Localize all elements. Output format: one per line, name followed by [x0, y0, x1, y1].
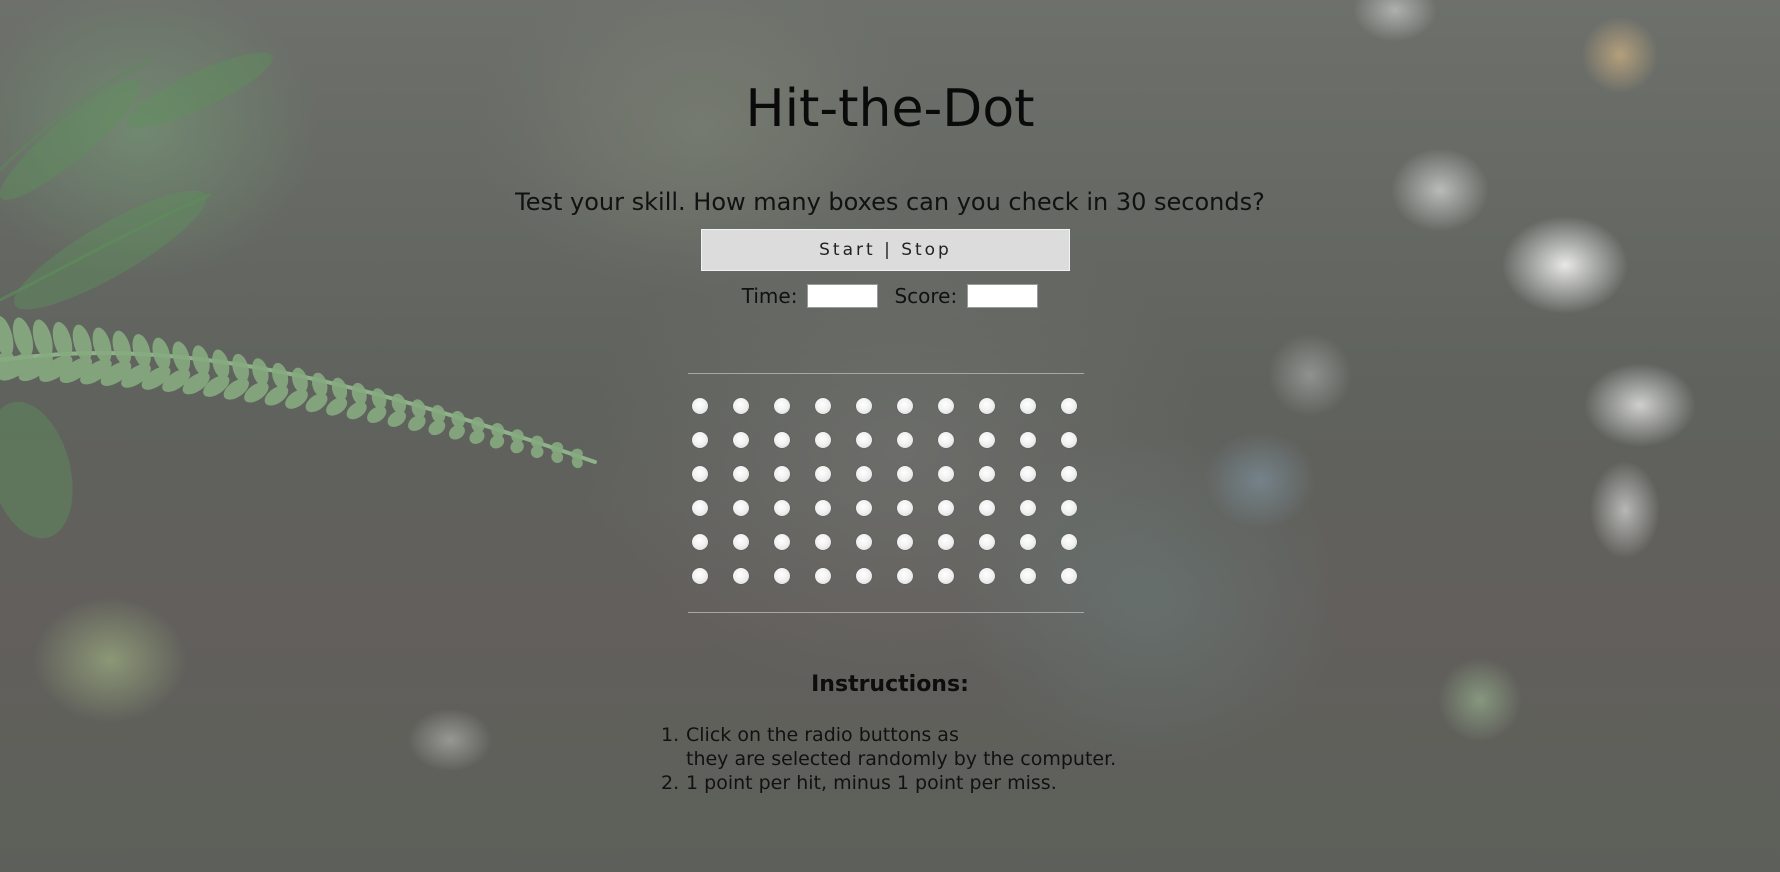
page-subtitle: Test your skill. How many boxes can you … — [515, 188, 1265, 216]
divider-bottom — [688, 612, 1084, 613]
radio-dot[interactable] — [733, 398, 749, 414]
radio-dot[interactable] — [733, 500, 749, 516]
radio-dot[interactable] — [1061, 432, 1077, 448]
divider-top — [688, 373, 1084, 374]
radio-dot[interactable] — [979, 500, 995, 516]
radio-dot[interactable] — [692, 398, 708, 414]
radio-dot[interactable] — [856, 534, 872, 550]
radio-dot[interactable] — [815, 568, 831, 584]
radio-dot[interactable] — [815, 432, 831, 448]
radio-dot[interactable] — [774, 534, 790, 550]
radio-dot[interactable] — [1061, 500, 1077, 516]
instruction-number: 2. — [661, 772, 680, 794]
radio-dot[interactable] — [815, 398, 831, 414]
radio-dot[interactable] — [856, 398, 872, 414]
radio-dot[interactable] — [979, 466, 995, 482]
radio-dot[interactable] — [692, 534, 708, 550]
radio-dot[interactable] — [774, 432, 790, 448]
score-group: Score: — [894, 284, 1039, 308]
radio-dot[interactable] — [979, 568, 995, 584]
instruction-number: 1. — [661, 724, 680, 746]
radio-dot[interactable] — [1020, 398, 1036, 414]
radio-dot[interactable] — [733, 568, 749, 584]
radio-dot[interactable] — [897, 500, 913, 516]
radio-dot[interactable] — [938, 432, 954, 448]
radio-dot[interactable] — [1020, 432, 1036, 448]
radio-dot[interactable] — [692, 500, 708, 516]
radio-dot[interactable] — [1061, 534, 1077, 550]
radio-dot[interactable] — [1020, 568, 1036, 584]
radio-dot[interactable] — [733, 466, 749, 482]
radio-dot[interactable] — [815, 534, 831, 550]
page-title: Hit-the-Dot — [745, 79, 1035, 139]
time-field[interactable] — [807, 284, 879, 308]
radio-dot[interactable] — [1020, 534, 1036, 550]
radio-dot[interactable] — [856, 500, 872, 516]
radio-dot[interactable] — [1020, 466, 1036, 482]
instruction-item: 1. Click on the radio buttons as they ar… — [661, 723, 1117, 771]
score-field[interactable] — [967, 284, 1039, 308]
instruction-line: they are selected randomly by the comput… — [686, 748, 1117, 770]
instruction-item: 2. 1 point per hit, minus 1 point per mi… — [661, 771, 1116, 795]
radio-dot[interactable] — [938, 568, 954, 584]
radio-dot[interactable] — [1061, 568, 1077, 584]
instruction-line: 1 point per hit, minus 1 point per miss. — [686, 772, 1057, 794]
radio-dot[interactable] — [979, 534, 995, 550]
stats-bar: Time: Score: — [0, 284, 1780, 308]
radio-dot[interactable] — [774, 398, 790, 414]
radio-dot[interactable] — [774, 500, 790, 516]
radio-dot[interactable] — [856, 432, 872, 448]
time-label: Time: — [741, 284, 798, 308]
radio-dot[interactable] — [897, 398, 913, 414]
radio-dot[interactable] — [897, 466, 913, 482]
radio-dot[interactable] — [815, 500, 831, 516]
radio-dot[interactable] — [897, 534, 913, 550]
radio-dot[interactable] — [979, 432, 995, 448]
start-stop-button[interactable]: Start | Stop — [701, 229, 1070, 271]
score-label: Score: — [894, 284, 958, 308]
radio-dot[interactable] — [815, 466, 831, 482]
instructions-list: 1. Click on the radio buttons as they ar… — [661, 723, 1117, 795]
radio-dot[interactable] — [692, 466, 708, 482]
radio-dot[interactable] — [1061, 466, 1077, 482]
radio-dot[interactable] — [692, 432, 708, 448]
radio-dot[interactable] — [897, 568, 913, 584]
radio-dot[interactable] — [979, 398, 995, 414]
radio-dot[interactable] — [774, 466, 790, 482]
radio-dot[interactable] — [733, 534, 749, 550]
instructions-heading: Instructions: — [811, 672, 969, 697]
radio-dot[interactable] — [938, 466, 954, 482]
radio-dot[interactable] — [938, 534, 954, 550]
radio-dot[interactable] — [692, 568, 708, 584]
radio-dot[interactable] — [938, 500, 954, 516]
radio-dot[interactable] — [897, 432, 913, 448]
dot-grid — [692, 398, 1081, 590]
radio-dot[interactable] — [774, 568, 790, 584]
radio-dot[interactable] — [938, 398, 954, 414]
radio-dot[interactable] — [856, 568, 872, 584]
radio-dot[interactable] — [733, 432, 749, 448]
radio-dot[interactable] — [1061, 398, 1077, 414]
radio-dot[interactable] — [1020, 500, 1036, 516]
time-group: Time: — [742, 284, 879, 308]
radio-dot[interactable] — [856, 466, 872, 482]
instruction-line: Click on the radio buttons as — [686, 724, 959, 746]
